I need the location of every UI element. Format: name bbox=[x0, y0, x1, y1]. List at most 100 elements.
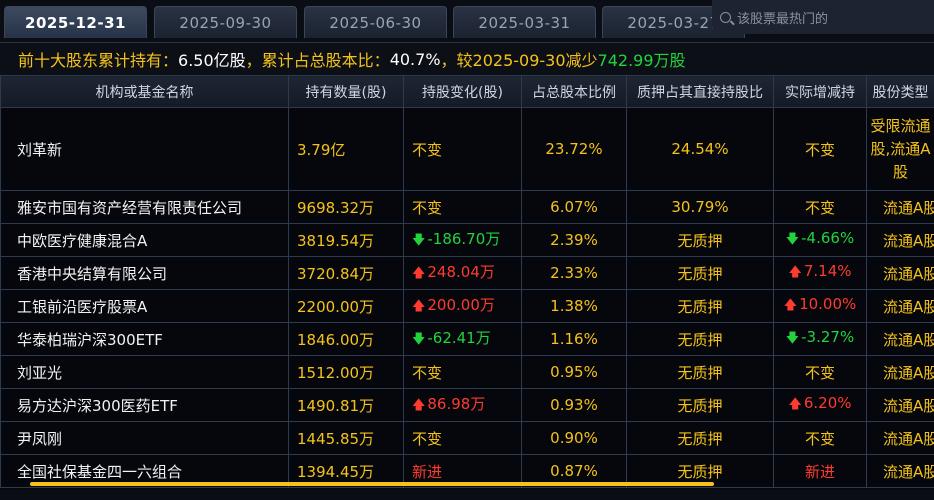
holding-change: 🡇 -62.41万 bbox=[403, 322, 522, 356]
actual-change: 🡅 6.20% bbox=[773, 388, 867, 422]
table-row[interactable]: 刘亚光 1512.00万 不变 0.95% 无质押 不变 流通A股 bbox=[0, 355, 934, 389]
share-type: 流通A股 bbox=[866, 355, 934, 389]
holding-amount: 2200.00万 bbox=[288, 289, 404, 323]
tab-2025-09-30[interactable]: 2025-09-30 bbox=[154, 6, 297, 38]
holder-name[interactable]: 工银前沿医疗股票A bbox=[0, 289, 289, 323]
share-ratio: 0.90% bbox=[521, 421, 627, 455]
share-type: 流通A股 bbox=[866, 388, 934, 422]
holding-change: 不变 bbox=[403, 421, 522, 455]
share-ratio: 0.95% bbox=[521, 355, 627, 389]
summary-value-change: 742.99万股 bbox=[597, 51, 686, 70]
actual-change: 不变 bbox=[773, 190, 867, 224]
arrow-up-icon: 🡅 bbox=[412, 397, 426, 413]
tab-2025-03-31[interactable]: 2025-03-31 bbox=[453, 6, 596, 38]
search-box[interactable]: 该股票最热门的 bbox=[712, 0, 934, 34]
table-row[interactable]: 中欧医疗健康混合A 3819.54万 🡇 -186.70万 2.39% 无质押 🡇 -4.66… bbox=[0, 223, 934, 257]
summary-label-change: 较2025-09-30减少 bbox=[456, 51, 598, 70]
pledge-ratio: 无质押 bbox=[626, 256, 774, 290]
period-tabs: 2025-12-31 2025-09-30 2025-06-30 2025-03… bbox=[0, 0, 934, 42]
holding-amount: 1512.00万 bbox=[288, 355, 404, 389]
holder-name[interactable]: 雅安市国有资产经营有限责任公司 bbox=[0, 190, 289, 224]
holding-change: 不变 bbox=[403, 107, 522, 191]
holding-change: 🡅 248.04万 bbox=[403, 256, 522, 290]
share-ratio: 6.07% bbox=[521, 190, 627, 224]
table-row[interactable]: 尹凤刚 1445.85万 不变 0.90% 无质押 不变 流通A股 bbox=[0, 421, 934, 455]
arrow-up-icon: 🡅 bbox=[788, 264, 802, 280]
actual-change: 🡇 -4.66% bbox=[773, 223, 867, 257]
share-type: 流通A股 bbox=[866, 223, 934, 257]
holding-amount: 9698.32万 bbox=[288, 190, 404, 224]
table-row[interactable]: 易方达沪深300医药ETF 1490.81万 🡅 86.98万 0.93% 无质押 🡅 6.2… bbox=[0, 388, 934, 422]
header-pledge[interactable]: 质押占其直接持股比 bbox=[626, 75, 774, 108]
pledge-ratio: 无质押 bbox=[626, 355, 774, 389]
holding-change: 🡅 200.00万 bbox=[403, 289, 522, 323]
share-type: 流通A股 bbox=[866, 322, 934, 356]
share-type: 流通A股 bbox=[866, 256, 934, 290]
arrow-down-icon: 🡇 bbox=[785, 330, 800, 346]
holder-name[interactable]: 香港中央结算有限公司 bbox=[0, 256, 289, 290]
holder-summary: 前十大股东累计持有： 6.50亿股 ， 累计占总股本比： 40.7% ， 较20… bbox=[0, 42, 934, 75]
tab-2025-06-30[interactable]: 2025-06-30 bbox=[304, 6, 447, 38]
share-type: 流通A股 bbox=[866, 421, 934, 455]
arrow-down-icon: 🡇 bbox=[412, 232, 426, 248]
share-type: 流通A股 bbox=[866, 190, 934, 224]
arrow-up-icon: 🡅 bbox=[412, 265, 426, 281]
header-ratio[interactable]: 占总股本比例 bbox=[521, 75, 627, 108]
pledge-ratio: 24.54% bbox=[626, 107, 774, 191]
holding-amount: 1490.81万 bbox=[288, 388, 404, 422]
actual-change: 新进 bbox=[773, 454, 867, 488]
actual-change: 🡇 -3.27% bbox=[773, 322, 867, 356]
tab-2025-12-31[interactable]: 2025-12-31 bbox=[4, 6, 147, 38]
top-holders-table: 机构或基金名称 持有数量(股) 持股变化(股) 占总股本比例 质押占其直接持股比… bbox=[0, 75, 934, 488]
holder-name[interactable]: 易方达沪深300医药ETF bbox=[0, 388, 289, 422]
arrow-up-icon: 🡅 bbox=[788, 396, 802, 412]
header-change[interactable]: 持股变化(股) bbox=[403, 75, 522, 108]
share-ratio: 2.39% bbox=[521, 223, 627, 257]
holding-change: 🡇 -186.70万 bbox=[403, 223, 522, 257]
holding-change: 🡅 86.98万 bbox=[403, 388, 522, 422]
arrow-up-icon: 🡅 bbox=[783, 297, 798, 313]
holder-name[interactable]: 华泰柏瑞沪深300ETF bbox=[0, 322, 289, 356]
actual-change: 🡅 7.14% bbox=[773, 256, 867, 290]
actual-change: 不变 bbox=[773, 107, 867, 191]
summary-label-ratio: 累计占总股本比： bbox=[261, 51, 390, 70]
holding-change: 不变 bbox=[403, 190, 522, 224]
holder-name[interactable]: 刘亚光 bbox=[0, 355, 289, 389]
holding-amount: 3819.54万 bbox=[288, 223, 404, 257]
header-share-type[interactable]: 股份类型 bbox=[866, 75, 934, 108]
table-row[interactable]: 华泰柏瑞沪深300ETF 1846.00万 🡇 -62.41万 1.16% 无质押 🡇 -3.… bbox=[0, 322, 934, 356]
actual-change: 不变 bbox=[773, 355, 867, 389]
header-actual-change[interactable]: 实际增减持 bbox=[773, 75, 867, 108]
arrow-up-icon: 🡅 bbox=[412, 298, 426, 314]
arrow-down-icon: 🡇 bbox=[412, 331, 426, 347]
header-holder-name[interactable]: 机构或基金名称 bbox=[0, 75, 289, 108]
table-row[interactable]: 香港中央结算有限公司 3720.84万 🡅 248.04万 2.33% 无质押 🡅 7.14%… bbox=[0, 256, 934, 290]
pledge-ratio: 30.79% bbox=[626, 190, 774, 224]
table-row[interactable]: 刘革新 3.79亿 不变 23.72% 24.54% 不变 受限流通股,流通A股 bbox=[0, 107, 934, 191]
holding-change: 不变 bbox=[403, 355, 522, 389]
holder-name[interactable]: 刘革新 bbox=[0, 107, 289, 191]
share-type: 受限流通股,流通A股 bbox=[866, 107, 934, 191]
table-row[interactable]: 雅安市国有资产经营有限责任公司 9698.32万 不变 6.07% 30.79% 不变 流通… bbox=[0, 190, 934, 224]
pledge-ratio: 无质押 bbox=[626, 289, 774, 323]
summary-separator: ， bbox=[245, 51, 262, 70]
share-type: 流通A股 bbox=[866, 454, 934, 488]
horizontal-scrollbar[interactable] bbox=[30, 482, 714, 486]
table-header-row: 机构或基金名称 持有数量(股) 持股变化(股) 占总股本比例 质押占其直接持股比… bbox=[0, 75, 934, 108]
holding-amount: 1846.00万 bbox=[288, 322, 404, 356]
summary-value-total: 6.50亿股 bbox=[178, 51, 246, 70]
holder-name[interactable]: 尹凤刚 bbox=[0, 421, 289, 455]
header-amount[interactable]: 持有数量(股) bbox=[288, 75, 404, 108]
share-ratio: 2.33% bbox=[521, 256, 627, 290]
holding-amount: 3720.84万 bbox=[288, 256, 404, 290]
holder-name[interactable]: 中欧医疗健康混合A bbox=[0, 223, 289, 257]
share-ratio: 23.72% bbox=[521, 107, 627, 191]
search-placeholder: 该股票最热门的 bbox=[737, 11, 829, 27]
arrow-down-icon: 🡇 bbox=[785, 231, 800, 247]
search-icon bbox=[720, 11, 731, 23]
actual-change: 🡅 10.00% bbox=[773, 289, 867, 323]
table-row[interactable]: 工银前沿医疗股票A 2200.00万 🡅 200.00万 1.38% 无质押 🡅 10.00%… bbox=[0, 289, 934, 323]
pledge-ratio: 无质押 bbox=[626, 322, 774, 356]
summary-separator: ， bbox=[440, 51, 457, 70]
share-ratio: 1.38% bbox=[521, 289, 627, 323]
